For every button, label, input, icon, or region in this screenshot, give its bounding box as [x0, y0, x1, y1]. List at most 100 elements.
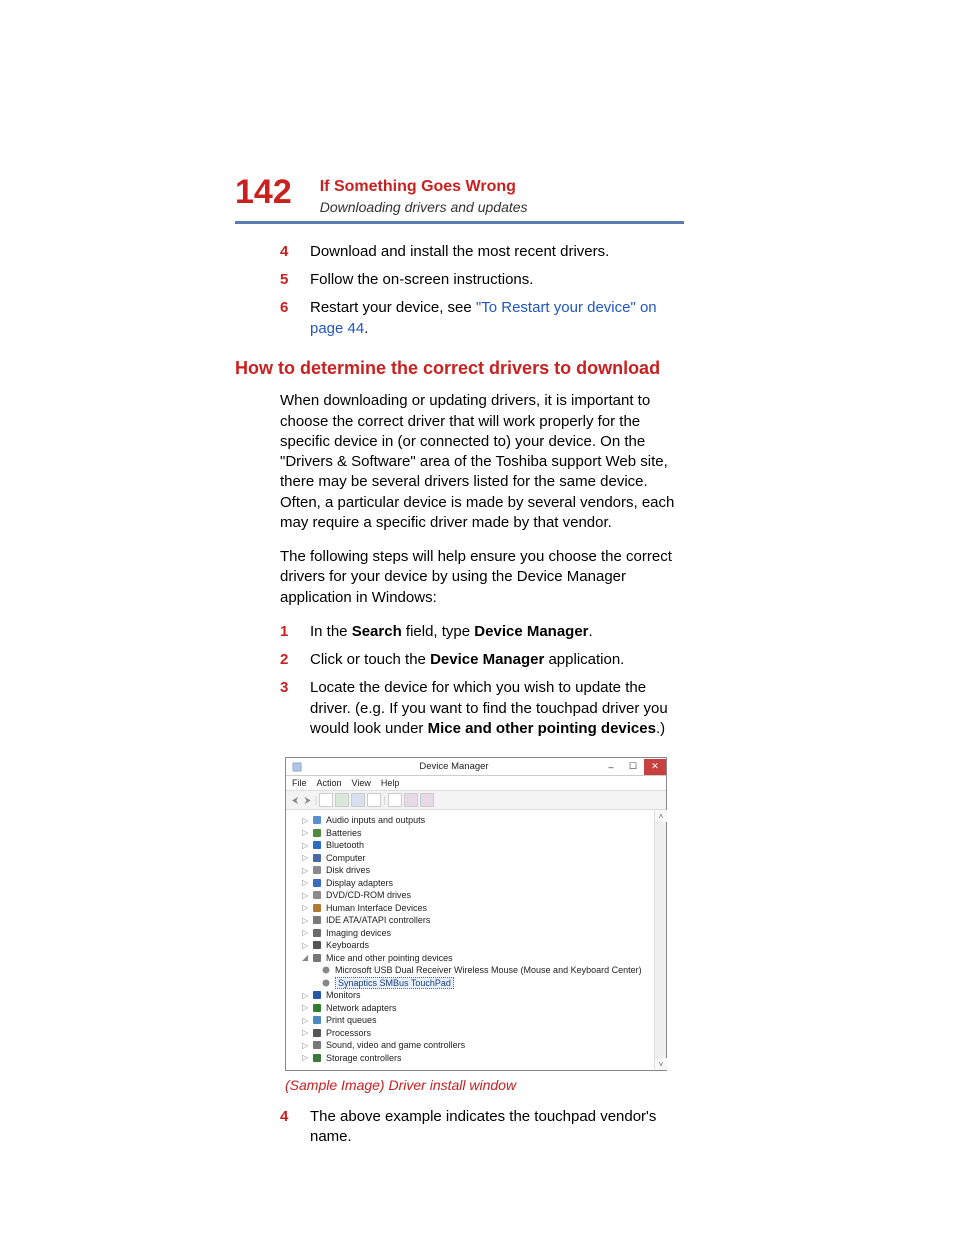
- device-category-icon: [311, 902, 322, 913]
- tree-node[interactable]: ▷IDE ATA/ATAPI controllers: [286, 914, 666, 927]
- device-category-icon: [311, 1015, 322, 1026]
- tree-node[interactable]: ▷Bluetooth: [286, 839, 666, 852]
- menu-item[interactable]: Action: [317, 778, 342, 788]
- dm-menubar: File Action View Help: [286, 776, 666, 791]
- cross-reference-link[interactable]: "To Restart your device" on page 44: [310, 299, 657, 336]
- list-text: Locate the device for which you wish to …: [310, 678, 684, 739]
- tree-node[interactable]: ▷ Sound, video and game controllers: [286, 1039, 666, 1052]
- tree-node[interactable]: ▷ Storage controllers: [286, 1052, 666, 1065]
- tree-node[interactable]: ▷Audio inputs and outputs: [286, 814, 666, 827]
- tree-node[interactable]: ▷Print queues: [286, 1014, 666, 1027]
- toolbar-button[interactable]: [319, 793, 333, 807]
- section-heading: How to determine the correct drivers to …: [235, 357, 684, 380]
- tree-node[interactable]: ▷ Keyboards: [286, 939, 666, 952]
- tree-node[interactable]: ▷Computer: [286, 852, 666, 865]
- minimize-button[interactable]: –: [600, 759, 622, 775]
- close-button[interactable]: ✕: [644, 759, 666, 775]
- toolbar-button[interactable]: [420, 793, 434, 807]
- expand-icon[interactable]: ▷: [302, 853, 311, 862]
- device-category-icon: [311, 915, 322, 926]
- tree-child-label: Synaptics SMBus TouchPad: [335, 977, 454, 989]
- bold-text: Device Manager: [474, 623, 588, 640]
- tree-node-label: DVD/CD-ROM drives: [326, 890, 411, 900]
- expand-icon[interactable]: ▷: [302, 928, 311, 937]
- chapter-title: If Something Goes Wrong: [320, 177, 528, 198]
- expand-icon[interactable]: ▷: [302, 903, 311, 912]
- top-numbered-list: 4Download and install the most recent dr…: [280, 242, 684, 339]
- list-text: Follow the on-screen instructions.: [310, 270, 684, 290]
- menu-item[interactable]: View: [352, 778, 371, 788]
- nav-back-icon[interactable]: ⮜: [290, 795, 300, 806]
- toolbar-button[interactable]: [367, 793, 381, 807]
- menu-item[interactable]: File: [292, 778, 307, 788]
- section-subtitle: Downloading drivers and updates: [320, 199, 528, 215]
- expand-icon[interactable]: ▷: [302, 816, 311, 825]
- scroll-up-icon[interactable]: ˄: [655, 810, 667, 822]
- list-text: In the Search field, type Device Manager…: [310, 622, 684, 642]
- dm-toolbar: ⮜ ⮞ | |: [286, 791, 666, 810]
- expand-icon[interactable]: ▷: [302, 891, 311, 900]
- tree-node-label: Network adapters: [326, 1003, 397, 1013]
- list-item: 2Click or touch the Device Manager appli…: [280, 650, 684, 670]
- list-item: 5Follow the on-screen instructions.: [280, 270, 684, 290]
- tree-child-node[interactable]: Synaptics SMBus TouchPad: [286, 977, 666, 990]
- tree-node[interactable]: ▷Disk drives: [286, 864, 666, 877]
- expand-icon[interactable]: ▷: [302, 828, 311, 837]
- tree-node[interactable]: ▷ Display adapters: [286, 877, 666, 890]
- device-category-icon: [311, 827, 322, 838]
- toolbar-button[interactable]: [351, 793, 365, 807]
- tree-node-label: Processors: [326, 1028, 371, 1038]
- expand-icon[interactable]: ▷: [302, 916, 311, 925]
- list-number: 2: [280, 650, 310, 670]
- body-paragraph-2: The following steps will help ensure you…: [280, 547, 684, 608]
- tree-node[interactable]: ▷ Network adapters: [286, 1002, 666, 1015]
- expand-icon[interactable]: ▷: [302, 1003, 311, 1012]
- device-category-icon: [311, 815, 322, 826]
- toolbar-button[interactable]: [335, 793, 349, 807]
- tree-node[interactable]: ◢Mice and other pointing devices: [286, 952, 666, 965]
- toolbar-button[interactable]: [404, 793, 418, 807]
- tree-node[interactable]: ▷ Batteries: [286, 827, 666, 840]
- tree-node[interactable]: ▷Human Interface Devices: [286, 902, 666, 915]
- dm-title: Device Manager: [308, 761, 600, 772]
- list-text: The above example indicates the touchpad…: [310, 1107, 684, 1148]
- expand-icon[interactable]: ▷: [302, 1041, 311, 1050]
- expand-icon[interactable]: ▷: [302, 991, 311, 1000]
- list-number: 4: [280, 242, 310, 262]
- device-category-icon: [311, 890, 322, 901]
- menu-item[interactable]: Help: [381, 778, 400, 788]
- tree-node-label: Imaging devices: [326, 928, 391, 938]
- collapse-icon[interactable]: ◢: [302, 953, 311, 962]
- device-category-icon: [311, 865, 322, 876]
- device-category-icon: [311, 1040, 322, 1051]
- figure-caption: (Sample Image) Driver install window: [285, 1077, 684, 1093]
- tree-node[interactable]: ▷ Imaging devices: [286, 927, 666, 940]
- expand-icon[interactable]: ▷: [302, 1028, 311, 1037]
- tree-node-label: Keyboards: [326, 940, 369, 950]
- scrollbar[interactable]: ˄ ˅: [654, 810, 666, 1070]
- tree-node-label: Batteries: [326, 828, 362, 838]
- tree-node[interactable]: ▷ Processors: [286, 1027, 666, 1040]
- tree-node-label: Storage controllers: [326, 1053, 402, 1063]
- device-category-icon: [311, 940, 322, 951]
- expand-icon[interactable]: ▷: [302, 1053, 311, 1062]
- expand-icon[interactable]: ▷: [302, 1016, 311, 1025]
- bottom-numbered-list: 4The above example indicates the touchpa…: [280, 1107, 684, 1148]
- list-item: 4The above example indicates the touchpa…: [280, 1107, 684, 1148]
- nav-forward-icon[interactable]: ⮞: [302, 795, 313, 806]
- expand-icon[interactable]: ▷: [302, 941, 311, 950]
- tree-node[interactable]: ▷Monitors: [286, 989, 666, 1002]
- tree-node[interactable]: ▷ DVD/CD-ROM drives: [286, 889, 666, 902]
- tree-child-node[interactable]: Microsoft USB Dual Receiver Wireless Mou…: [286, 964, 666, 977]
- device-category-icon: [311, 1027, 322, 1038]
- maximize-button[interactable]: ☐: [622, 759, 644, 775]
- list-item: 4Download and install the most recent dr…: [280, 242, 684, 262]
- tree-node-label: Display adapters: [326, 878, 393, 888]
- expand-icon[interactable]: ▷: [302, 841, 311, 850]
- scroll-down-icon[interactable]: ˅: [655, 1058, 667, 1070]
- dm-titlebar: Device Manager – ☐ ✕: [286, 758, 666, 776]
- expand-icon[interactable]: ▷: [302, 878, 311, 887]
- tree-node-label: Sound, video and game controllers: [326, 1040, 465, 1050]
- toolbar-button[interactable]: [388, 793, 402, 807]
- expand-icon[interactable]: ▷: [302, 866, 311, 875]
